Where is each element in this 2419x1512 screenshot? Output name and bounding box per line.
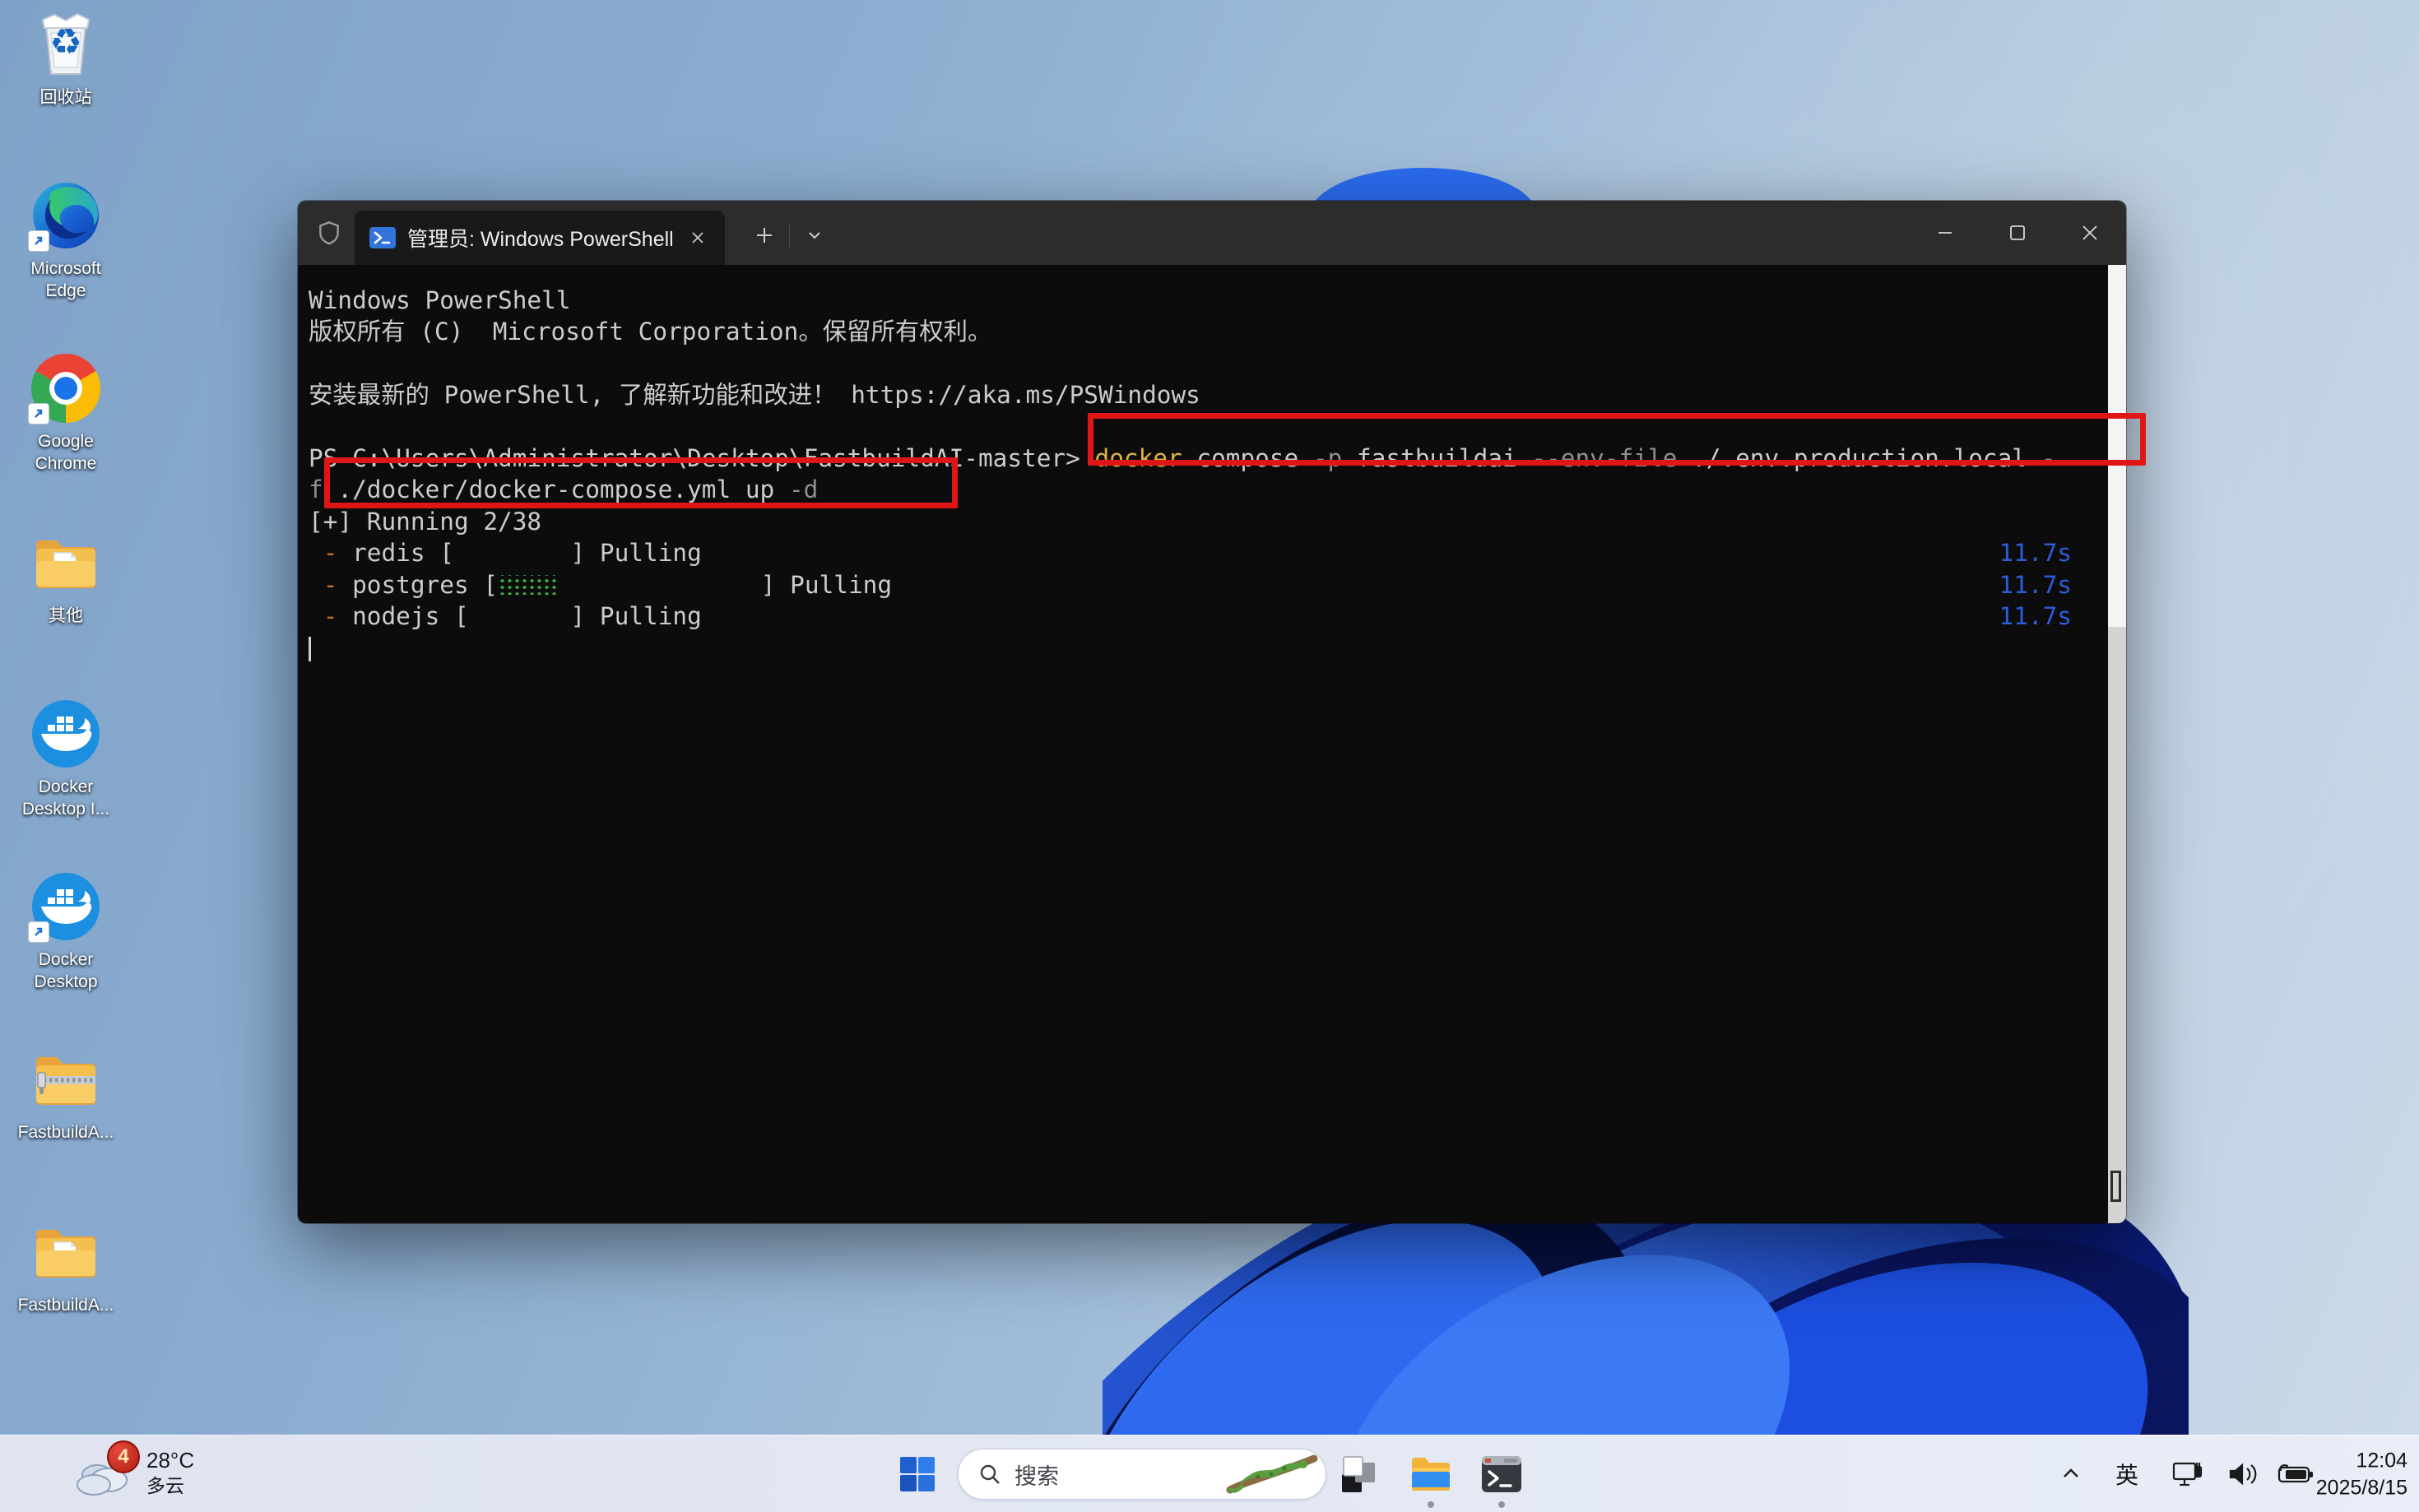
desktop-icon-label: Google Chrome [17, 431, 114, 475]
desktop-icon-label: Docker Desktop [17, 949, 114, 994]
desktop-icon-label: FastbuildA... [17, 1122, 114, 1144]
terminal-app-button[interactable] [1474, 1447, 1529, 1501]
start-button[interactable] [898, 1455, 936, 1493]
terminal-text-segment: redis [ ] Pulling [337, 539, 701, 567]
recycle-glyph: ♻ [30, 21, 102, 63]
tab-dropdown-button[interactable] [798, 219, 831, 252]
terminal-cursor [309, 637, 311, 661]
titlebar-separator [789, 224, 790, 248]
file-explorer-button[interactable] [1404, 1447, 1458, 1501]
terminal-text-segment [309, 571, 323, 599]
file-explorer-icon [1408, 1451, 1454, 1497]
desktop-icon[interactable]: Docker Desktop [3, 870, 128, 994]
terminal-app-icon [1479, 1452, 1524, 1496]
close-button[interactable] [2054, 201, 2126, 265]
terminal-text-segment: nodejs [ ] Pulling [337, 602, 701, 630]
annotation-box-command [1088, 413, 2146, 466]
powershell-window: 管理员: Windows PowerShell [298, 201, 2126, 1223]
zip-folder-icon [30, 1043, 102, 1115]
terminal-text-segment: f [309, 475, 323, 503]
pull-elapsed-time: 11.7s [1999, 569, 2072, 601]
battery-charging-icon[interactable] [2271, 1435, 2320, 1512]
desktop-icon-label: 回收站 [17, 87, 114, 109]
shortcut-arrow-overlay [28, 230, 49, 252]
tray-date: 2025/8/15 [2316, 1474, 2407, 1501]
shortcut-arrow-overlay [28, 921, 49, 943]
window-titlebar[interactable]: 管理员: Windows PowerShell [298, 201, 2126, 265]
tab-title: 管理员: Windows PowerShell [407, 223, 674, 253]
pull-elapsed-time: 11.7s [1999, 601, 2072, 632]
terminal-line: 安装最新的 PowerShell, 了解新功能和改进！ https://aka.… [309, 379, 2126, 410]
desktop-icon[interactable]: FastbuildA... [3, 1216, 128, 1317]
desktop-icon[interactable]: Google Chrome [3, 352, 128, 475]
desktop-icon[interactable]: Microsoft Edge [3, 179, 128, 303]
running-indicator-dot [1498, 1501, 1505, 1508]
terminal-line: - redis [ ] Pulling 11.7s [309, 537, 2126, 568]
tray-clock[interactable]: 12:04 2025/8/15 [2316, 1448, 2407, 1501]
terminal-text-segment: [+] Running 2/38 [309, 508, 541, 536]
desktop-icon[interactable]: Docker Desktop I... [3, 698, 128, 821]
terminal-text-segment: - [323, 602, 338, 630]
terminal-text-segment: - [323, 571, 338, 599]
search-highlight-gecko-image[interactable] [1225, 1452, 1321, 1496]
desktop-icon[interactable]: FastbuildA... [3, 1043, 128, 1144]
terminal-line [309, 632, 2126, 663]
desktop: ♻ 回收站 Microsoft Edge Google Chrome [0, 0, 2419, 1512]
terminal-text-segment: 安装最新的 PowerShell, 了解新功能和改进！ https://aka.… [309, 381, 1200, 409]
desktop-icon[interactable]: 其他 [3, 526, 128, 628]
desktop-icon-label: Microsoft Edge [17, 258, 114, 303]
shortcut-arrow-overlay [28, 403, 49, 424]
docker-icon [30, 698, 102, 770]
terminal-text-segment: ] Pulling [557, 571, 892, 599]
powershell-icon [369, 227, 396, 248]
new-tab-button[interactable] [748, 219, 781, 252]
task-view-icon [1337, 1453, 1380, 1496]
tray-chevron-up-icon[interactable] [2050, 1435, 2092, 1512]
scrollbar-bottom-marker [2110, 1171, 2121, 1202]
admin-shield-icon [316, 220, 342, 246]
terminal-line: - postgres [ ] Pulling 11.7s [309, 569, 2126, 601]
desktop-icon[interactable]: ♻ 回收站 [3, 8, 128, 109]
tab-close-icon[interactable] [685, 225, 710, 250]
network-icon[interactable] [2166, 1435, 2212, 1512]
tab-powershell[interactable]: 管理员: Windows PowerShell [355, 211, 725, 265]
terminal-text-segment [309, 602, 323, 630]
search-icon [978, 1463, 1001, 1486]
task-view-button[interactable] [1331, 1447, 1386, 1501]
tray-time: 12:04 [2316, 1448, 2407, 1475]
maximize-button[interactable] [1981, 201, 2054, 265]
terminal-line: [+] Running 2/38 [309, 506, 2126, 537]
terminal-line: - nodejs [ ] Pulling 11.7s [309, 601, 2126, 632]
taskbar: 4 28°C 多云 搜索 [0, 1435, 2419, 1512]
terminal-text-segment: 版权所有 (C) Microsoft Corporation。保留所有权利。 [309, 318, 991, 346]
terminal-text-segment: Windows PowerShell [309, 286, 571, 314]
terminal-text-segment [309, 539, 323, 567]
pull-elapsed-time: 11.7s [1999, 537, 2072, 568]
folder-icon [30, 1216, 102, 1288]
terminal-line: Windows PowerShell [309, 285, 2126, 316]
search-input[interactable]: 搜索 [958, 1449, 1326, 1500]
ime-language-indicator[interactable]: 英 [2106, 1435, 2147, 1512]
desktop-icon-label: FastbuildA... [17, 1295, 114, 1317]
terminal-output[interactable]: Windows PowerShell 版权所有 (C) Microsoft Cor… [298, 265, 2126, 1223]
terminal-scrollbar[interactable] [2108, 265, 2126, 1223]
annotation-box-compose-file [324, 457, 958, 508]
desktop-icon-label: Docker Desktop I... [17, 777, 114, 821]
folder-icon [30, 526, 102, 599]
terminal-line: 版权所有 (C) Microsoft Corporation。保留所有权利。 [309, 316, 2126, 347]
terminal-text-segment: postgres [ [337, 571, 498, 599]
terminal-text-segment: - [323, 539, 338, 567]
search-placeholder: 搜索 [1014, 1459, 1059, 1491]
pull-progress-bar [498, 575, 557, 595]
minimize-button[interactable] [1909, 201, 1981, 265]
running-indicator-dot [1428, 1501, 1434, 1508]
terminal-line [309, 348, 2126, 379]
volume-icon[interactable] [2220, 1435, 2266, 1512]
desktop-icon-label: 其他 [17, 605, 114, 628]
